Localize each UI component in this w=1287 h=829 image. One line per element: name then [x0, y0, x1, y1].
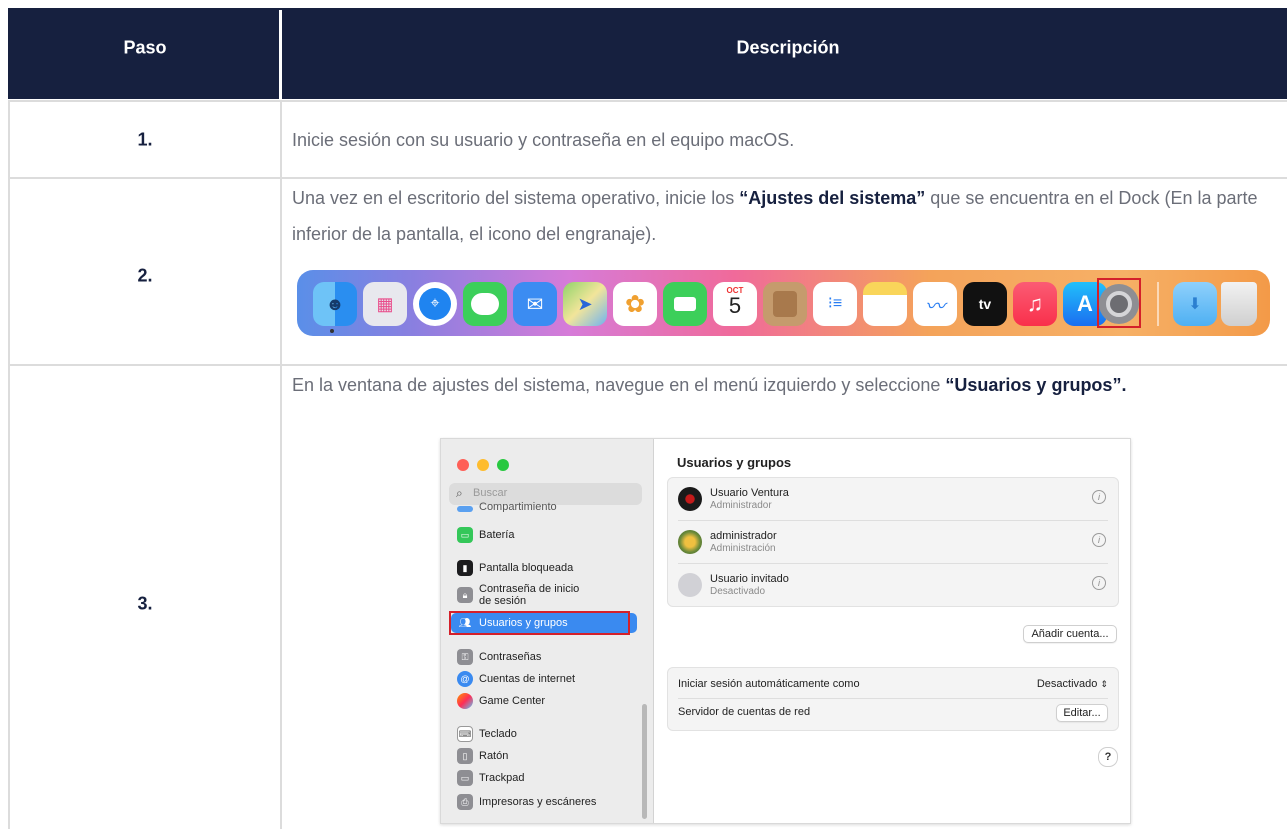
- zoom-window-button[interactable]: [497, 459, 509, 471]
- sidebar-scrollbar[interactable]: [642, 704, 647, 819]
- sidebar-item-impresoras[interactable]: ⎙ Impresoras y escáneres: [457, 791, 647, 813]
- settings-highlight: [1097, 278, 1141, 328]
- system-settings-window: ⌕ Buscar Compartimiento ▭ Batería ▮ Pantal…: [440, 438, 1131, 824]
- step-description: Una vez en el escritorio del sistema ope…: [292, 188, 1258, 244]
- display-icon: [457, 506, 473, 512]
- close-window-button[interactable]: [457, 459, 469, 471]
- calendar-icon[interactable]: OCT 5: [713, 282, 757, 326]
- sidebar-item-contrasenas[interactable]: ⚿ Contraseñas: [457, 646, 647, 668]
- sidebar-item-pantalla-bloqueada[interactable]: ▮ Pantalla bloqueada: [457, 557, 647, 579]
- row-divider: [8, 100, 1287, 102]
- header-divider: [279, 10, 282, 99]
- lock-screen-icon: ▮: [457, 560, 473, 576]
- music-icon[interactable]: ♫: [1013, 282, 1057, 326]
- macos-dock: ☻ ▦ ⌖ ✉ ➤ ✿ OCT 5 ⁝≡ 〰 tv ♫ A ⬇: [297, 270, 1270, 336]
- avatar: [678, 530, 702, 554]
- table-border-left: [8, 100, 10, 829]
- user-name: Usuario invitado: [710, 573, 789, 585]
- tv-label: tv: [978, 296, 992, 312]
- battery-icon: ▭: [457, 527, 473, 543]
- network-server-label: Servidor de cuentas de red: [678, 706, 811, 718]
- step-description: En la ventana de ajustes del sistema, na…: [292, 375, 1127, 395]
- step-number: 2.: [137, 265, 153, 286]
- user-name: Usuario Ventura: [710, 487, 789, 499]
- safari-icon[interactable]: ⌖: [413, 282, 457, 326]
- sidebar-item-game-center[interactable]: Game Center: [457, 690, 647, 712]
- running-indicator: [330, 329, 334, 333]
- user-row[interactable]: administrador Administración i: [668, 521, 1118, 563]
- finder-icon[interactable]: ☻: [313, 282, 357, 326]
- sidebar-item-bateria[interactable]: ▭ Batería: [457, 524, 647, 546]
- sidebar-item-trackpad[interactable]: ▭ Trackpad: [457, 767, 647, 789]
- avatar: [678, 487, 702, 511]
- game-center-icon: [457, 693, 473, 709]
- auto-login-select[interactable]: Desactivado ⇕: [1037, 678, 1108, 690]
- minimize-window-button[interactable]: [477, 459, 489, 471]
- avatar: [678, 573, 702, 597]
- mouse-icon: ▯: [457, 748, 473, 764]
- user-name: administrador: [710, 530, 777, 542]
- row-divider: [8, 177, 1287, 179]
- user-role: Desactivado: [710, 586, 766, 597]
- reminders-icon[interactable]: ⁝≡: [813, 282, 857, 326]
- header-description: Descripción: [736, 37, 840, 58]
- users-list: Usuario Ventura Administrador i administ…: [667, 477, 1119, 607]
- freeform-icon[interactable]: 〰: [913, 282, 957, 326]
- user-role: Administrador: [710, 500, 772, 511]
- mail-icon[interactable]: ✉: [513, 282, 557, 326]
- trackpad-icon: ▭: [457, 770, 473, 786]
- step-description: Inicie sesión con su usuario y contraseñ…: [292, 130, 795, 150]
- row-divider: [8, 364, 1287, 366]
- help-button[interactable]: ?: [1098, 747, 1118, 767]
- info-icon[interactable]: i: [1092, 533, 1106, 547]
- separator: [678, 698, 1108, 699]
- calendar-day: 5: [728, 293, 742, 318]
- table-header: [8, 8, 1287, 99]
- sidebar-item-contrasena-inicio[interactable]: 🔒︎ Contraseña de inicio de sesión: [457, 581, 647, 609]
- selection-highlight: [449, 611, 630, 635]
- passwords-icon: ⚿: [457, 649, 473, 665]
- info-icon[interactable]: i: [1092, 576, 1106, 590]
- search-placeholder: Buscar: [473, 487, 508, 499]
- sidebar-item-teclado[interactable]: ⌨ Teclado: [457, 723, 647, 745]
- updown-chevron-icon: ⇕: [1100, 679, 1108, 689]
- info-icon[interactable]: i: [1092, 490, 1106, 504]
- user-row[interactable]: Usuario invitado Desactivado i: [668, 564, 1118, 606]
- appletv-icon[interactable]: tv: [963, 282, 1007, 326]
- search-icon: ⌕: [456, 486, 463, 500]
- step-number: 3.: [137, 593, 153, 614]
- auto-login-label: Iniciar sesión automáticamente como: [678, 678, 860, 690]
- trash-icon[interactable]: [1221, 282, 1257, 326]
- emphasis: “Usuarios y grupos”.: [945, 375, 1127, 395]
- printers-icon: ⎙: [457, 794, 473, 810]
- user-row[interactable]: Usuario Ventura Administrador i: [668, 478, 1118, 520]
- launchpad-icon[interactable]: ▦: [363, 282, 407, 326]
- downloads-folder-icon[interactable]: ⬇: [1173, 282, 1217, 326]
- emphasis: “Ajustes del sistema”: [739, 188, 926, 208]
- login-options: Iniciar sesión automáticamente como Desa…: [667, 667, 1119, 731]
- step-number: 1.: [137, 129, 153, 150]
- messages-icon[interactable]: [463, 282, 507, 326]
- contacts-icon[interactable]: [763, 282, 807, 326]
- header-step: Paso: [123, 37, 167, 58]
- notes-icon[interactable]: [863, 282, 907, 326]
- settings-sidebar: ⌕ Buscar Compartimiento ▭ Batería ▮ Pantal…: [441, 439, 654, 823]
- sidebar-item-cuentas-internet[interactable]: @ Cuentas de internet: [457, 668, 647, 690]
- internet-accounts-icon: @: [457, 671, 473, 687]
- sidebar-item-partial[interactable]: Compartimiento: [457, 502, 647, 512]
- facetime-icon[interactable]: [663, 282, 707, 326]
- photos-icon[interactable]: ✿: [613, 282, 657, 326]
- dock-separator: [1157, 282, 1159, 326]
- page-title: Usuarios y grupos: [677, 455, 792, 470]
- sidebar-item-raton[interactable]: ▯ Ratón: [457, 745, 647, 767]
- add-account-button[interactable]: Añadir cuenta...: [1023, 625, 1117, 643]
- user-role: Administración: [710, 543, 776, 554]
- edit-button[interactable]: Editar...: [1056, 704, 1108, 722]
- maps-icon[interactable]: ➤: [563, 282, 607, 326]
- login-password-icon: 🔒︎: [457, 587, 473, 603]
- column-divider: [280, 100, 282, 829]
- keyboard-icon: ⌨: [457, 726, 473, 742]
